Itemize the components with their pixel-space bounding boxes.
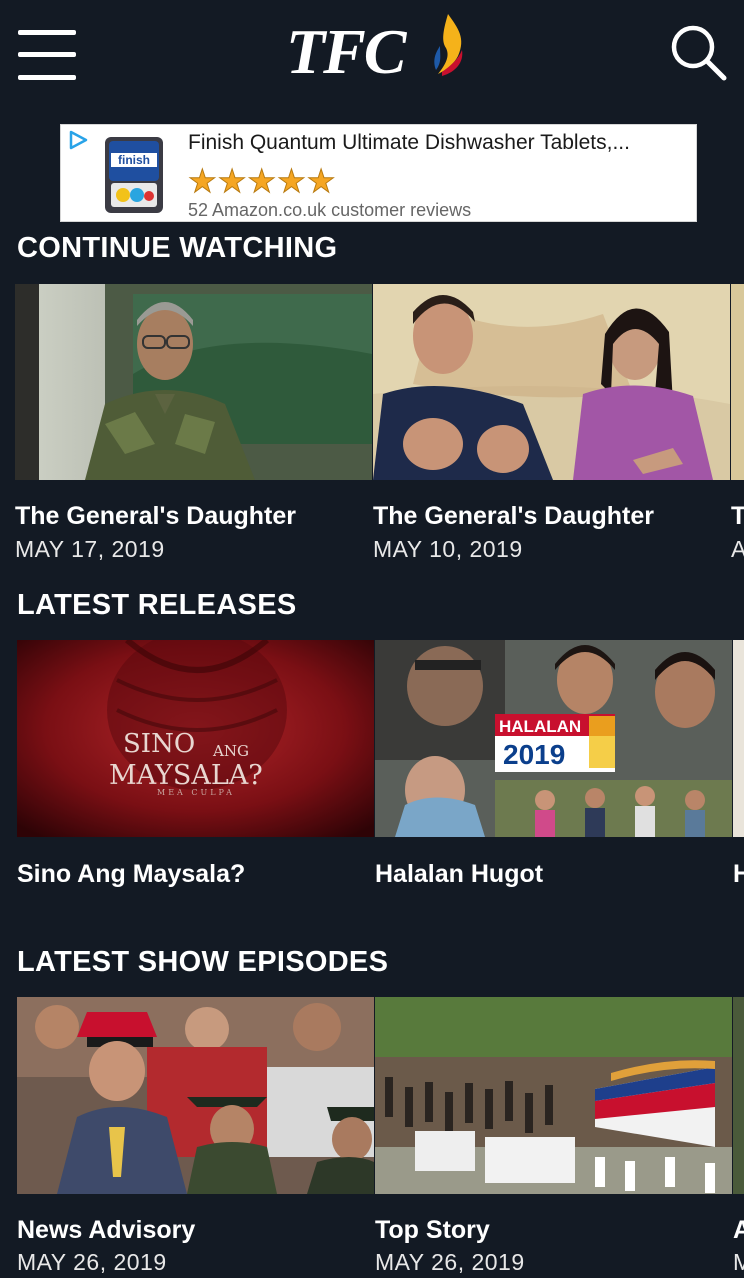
art-subtitle: MEA CULPA [157,788,235,797]
episode-thumbnail[interactable] [375,997,732,1194]
card-title[interactable]: The General's Daughter [15,502,296,531]
card-date: MAY 26, 2019 [17,1249,167,1275]
ad-title[interactable]: Finish Quantum Ultimate Dishwasher Table… [188,131,630,155]
art-sino: SINO [123,729,195,759]
card-title[interactable]: Top Story [375,1216,490,1245]
card-title[interactable]: Sino Ang Maysala? [17,860,245,889]
art-year: 2019 [503,739,565,770]
product-brand: finish [118,153,150,167]
continue-watching-row[interactable]: The General's Daughter MAY 17, 2019 The … [0,284,744,564]
show-thumbnail[interactable]: SINO ANG MAYSALA? MEA CULPA [17,640,374,837]
flame-icon [434,14,463,76]
latest-releases-row[interactable]: SINO ANG MAYSALA? MEA CULPA Sino Ang May… [0,640,744,900]
card-date: A [731,536,744,562]
episode-thumbnail[interactable] [373,284,730,480]
section-title-latest-show-episodes: LATEST SHOW EPISODES [17,946,389,978]
card-title[interactable]: News Advisory [17,1216,195,1245]
episode-thumbnail[interactable] [17,997,374,1194]
latest-show-episodes-row[interactable]: News Advisory MAY 26, 2019 Top Story MAY… [0,997,744,1278]
card-date: MAY 26, 2019 [375,1249,525,1275]
card-date: M [733,1249,744,1275]
menu-line [18,30,76,35]
rating-stars: ★★★★★ [187,163,337,199]
art-halalan: HALALAN [499,717,581,736]
show-thumbnail[interactable]: HALALAN 2019 [375,640,732,837]
menu-line [18,75,76,80]
episode-thumbnail[interactable] [731,284,744,480]
episode-thumbnail[interactable] [15,284,372,480]
card-title[interactable]: Halalan Hugot [375,860,543,889]
adchoices-icon[interactable] [67,129,89,151]
ad-reviews[interactable]: 52 Amazon.co.uk customer reviews [188,200,471,221]
card-title[interactable]: A [733,1216,744,1245]
show-thumbnail[interactable] [733,640,744,837]
tfc-logo[interactable]: TFC [282,12,472,84]
art-ang: ANG [212,742,249,760]
logo-text: TFC [286,16,406,87]
card-title[interactable]: T [731,502,744,531]
section-title-continue-watching: CONTINUE WATCHING [17,232,338,264]
card-title[interactable]: The General's Daughter [373,502,654,531]
card-date: MAY 10, 2019 [373,536,523,562]
card-date: MAY 17, 2019 [15,536,165,562]
search-icon[interactable] [668,22,728,82]
hamburger-menu-icon[interactable] [18,28,78,82]
card-title[interactable]: H [733,860,744,889]
episode-thumbnail[interactable] [733,997,744,1194]
section-title-latest-releases: LATEST RELEASES [17,589,297,621]
ad-banner[interactable]: finish Finish Quantum Ultimate Dishwashe… [60,124,697,222]
product-image: finish [105,137,163,213]
art-maysala: MAYSALA? [109,760,263,791]
top-bar: TFC [0,0,744,110]
menu-line [18,52,76,57]
